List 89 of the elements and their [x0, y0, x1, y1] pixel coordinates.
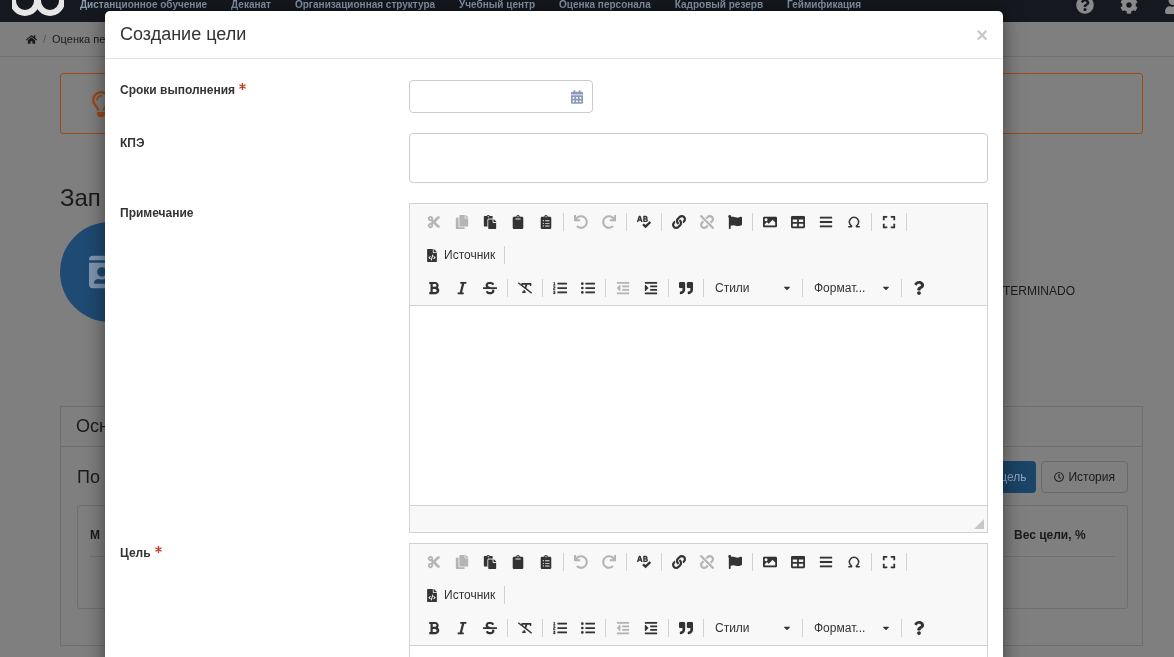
- copy-icon: [455, 215, 469, 229]
- paste-icon: [483, 215, 497, 229]
- page-heading: Зап: [60, 183, 101, 213]
- kpi-field[interactable]: [409, 133, 988, 183]
- combo-dropdown[interactable]: Стили: [707, 615, 799, 641]
- flag-icon: [728, 215, 742, 229]
- help-icon: [912, 281, 926, 295]
- image-icon: [763, 215, 777, 229]
- table-icon: [791, 215, 805, 229]
- home-icon[interactable]: [26, 33, 37, 45]
- nav-item[interactable]: Деканат: [231, 0, 271, 10]
- copy-icon: [455, 555, 469, 569]
- resize-grip-icon[interactable]: [974, 519, 984, 529]
- spellcheck-icon: [637, 555, 651, 569]
- clock-icon: [1054, 472, 1065, 482]
- spellcheck-icon: [637, 215, 651, 229]
- horizontal-rule-icon: [819, 215, 833, 229]
- quote-icon: [679, 621, 693, 635]
- italic-icon: [455, 281, 469, 295]
- omega-icon: [847, 215, 861, 229]
- history-button[interactable]: История: [1041, 461, 1128, 493]
- modal-title: Создание цели: [120, 23, 247, 46]
- combo-dropdown[interactable]: Формат...: [806, 275, 898, 301]
- numbered-list-icon: [553, 621, 567, 635]
- help-icon: [912, 621, 926, 635]
- quote-icon: [679, 281, 693, 295]
- indent-icon: [644, 621, 658, 635]
- paste-icon: [483, 555, 497, 569]
- combo-dropdown[interactable]: Формат...: [806, 615, 898, 641]
- bullet-list-icon: [581, 281, 595, 295]
- nav-item[interactable]: Геймификация: [787, 0, 862, 10]
- strikethrough-icon: [483, 281, 497, 295]
- link-icon: [672, 215, 686, 229]
- settings-icon[interactable]: [1120, 0, 1138, 14]
- paste-text-icon: [511, 215, 525, 229]
- calendar-icon: [571, 89, 583, 104]
- undo-icon: [574, 555, 588, 569]
- field-label: КПЭ: [120, 135, 145, 152]
- image-icon: [763, 555, 777, 569]
- field-label: Примечание: [120, 205, 194, 222]
- numbered-list-icon: [553, 281, 567, 295]
- bold-icon: [427, 621, 441, 635]
- redo-icon: [602, 215, 616, 229]
- outdent-icon: [616, 621, 630, 635]
- strikethrough-icon: [483, 621, 497, 635]
- horizontal-rule-icon: [819, 555, 833, 569]
- source-icon: [426, 588, 438, 602]
- nav-item[interactable]: Кадровый резерв: [674, 0, 764, 10]
- help-icon[interactable]: [1076, 0, 1094, 14]
- status-text: TERMINADO: [1003, 283, 1076, 300]
- source-button[interactable]: Источник: [420, 242, 502, 268]
- column-header: Вес цели, %: [1014, 527, 1087, 544]
- nav-item[interactable]: Учебный центр: [459, 0, 535, 10]
- paste-word-icon: [539, 215, 553, 229]
- logo: [12, 0, 64, 16]
- source-button[interactable]: Источник: [420, 582, 502, 608]
- cut-icon: [427, 215, 441, 229]
- omega-icon: [847, 555, 861, 569]
- breadcrumb-separator: /: [43, 31, 47, 47]
- paste-text-icon: [511, 555, 525, 569]
- bullet-list-icon: [581, 621, 595, 635]
- field-label: Сроки выполнения: [120, 82, 236, 99]
- redo-icon: [602, 555, 616, 569]
- nav-item[interactable]: Организационная структура: [295, 0, 436, 10]
- column-header: М: [90, 527, 100, 544]
- breadcrumb-item[interactable]: Оценка пе: [52, 30, 106, 48]
- link-icon: [672, 555, 686, 569]
- cut-icon: [427, 555, 441, 569]
- undo-icon: [574, 215, 588, 229]
- indent-icon: [644, 281, 658, 295]
- source-icon: [426, 248, 438, 262]
- unlink-icon: [700, 555, 714, 569]
- remove-format-icon: [518, 281, 532, 295]
- outdent-icon: [616, 281, 630, 295]
- bold-icon: [427, 281, 441, 295]
- combo-dropdown[interactable]: Стили: [707, 275, 799, 301]
- nav-item[interactable]: Оценка персонала: [559, 0, 651, 10]
- remove-format-icon: [518, 621, 532, 635]
- italic-icon: [455, 621, 469, 635]
- maximize-icon: [882, 215, 896, 229]
- paste-word-icon: [539, 555, 553, 569]
- table-icon: [791, 555, 805, 569]
- section-title: По: [77, 465, 100, 489]
- flag-icon: [728, 555, 742, 569]
- nav-item[interactable]: Дистанционное обучение: [80, 0, 208, 10]
- field-label: Цель: [120, 545, 151, 562]
- unlink-icon: [700, 215, 714, 229]
- maximize-icon: [882, 555, 896, 569]
- date-field[interactable]: [409, 80, 593, 113]
